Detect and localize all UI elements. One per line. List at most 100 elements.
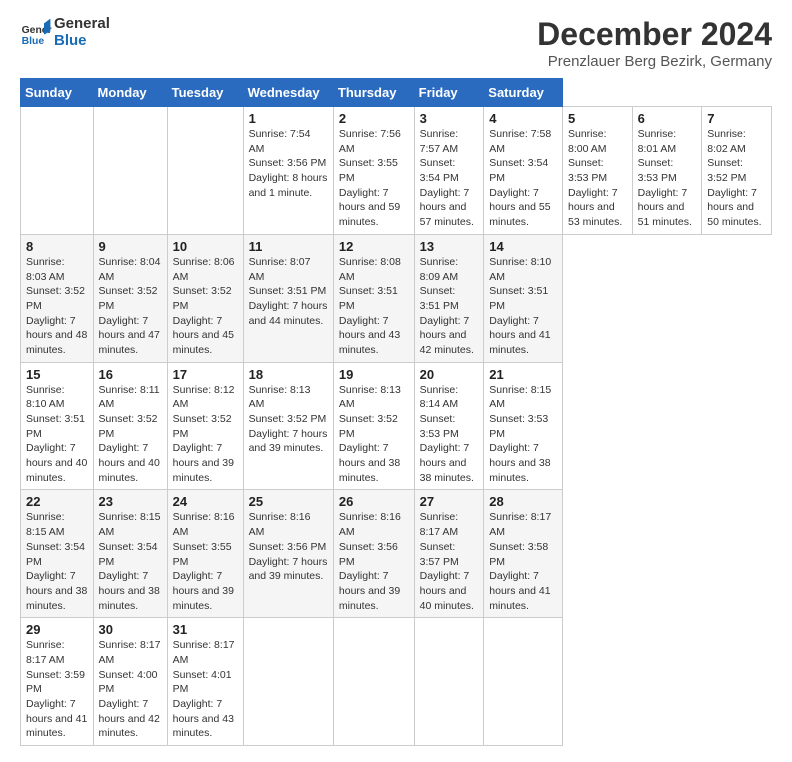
day-info: Sunrise: 8:00 AM Sunset: 3:53 PM Dayligh… [568, 127, 627, 230]
weekday-header-wednesday: Wednesday [243, 79, 333, 107]
day-number: 18 [249, 367, 328, 382]
logo-blue: Blue [54, 33, 110, 50]
day-info: Sunrise: 8:14 AM Sunset: 3:53 PM Dayligh… [420, 383, 479, 486]
day-cell [484, 618, 563, 746]
day-number: 6 [638, 111, 697, 126]
weekday-header-thursday: Thursday [333, 79, 414, 107]
day-info: Sunrise: 8:02 AM Sunset: 3:52 PM Dayligh… [707, 127, 766, 230]
day-cell [21, 107, 94, 235]
day-number: 10 [173, 239, 238, 254]
day-number: 24 [173, 494, 238, 509]
day-info: Sunrise: 8:16 AM Sunset: 3:56 PM Dayligh… [249, 510, 328, 583]
day-info: Sunrise: 8:10 AM Sunset: 3:51 PM Dayligh… [489, 255, 557, 358]
weekday-header-row: SundayMondayTuesdayWednesdayThursdayFrid… [21, 79, 772, 107]
day-number: 3 [420, 111, 479, 126]
day-cell: 20 Sunrise: 8:14 AM Sunset: 3:53 PM Dayl… [414, 362, 484, 490]
day-number: 19 [339, 367, 409, 382]
day-info: Sunrise: 7:56 AM Sunset: 3:55 PM Dayligh… [339, 127, 409, 230]
day-number: 27 [420, 494, 479, 509]
day-cell: 26 Sunrise: 8:16 AM Sunset: 3:56 PM Dayl… [333, 490, 414, 618]
header: General Blue General Blue December 2024 … [20, 16, 772, 70]
day-cell: 13 Sunrise: 8:09 AM Sunset: 3:51 PM Dayl… [414, 234, 484, 362]
day-cell: 11 Sunrise: 8:07 AM Sunset: 3:51 PM Dayl… [243, 234, 333, 362]
week-row-5: 29 Sunrise: 8:17 AM Sunset: 3:59 PM Dayl… [21, 618, 772, 746]
day-cell [414, 618, 484, 746]
day-number: 25 [249, 494, 328, 509]
day-number: 9 [99, 239, 162, 254]
day-info: Sunrise: 8:16 AM Sunset: 3:55 PM Dayligh… [173, 510, 238, 613]
day-cell: 19 Sunrise: 8:13 AM Sunset: 3:52 PM Dayl… [333, 362, 414, 490]
day-cell: 27 Sunrise: 8:17 AM Sunset: 3:57 PM Dayl… [414, 490, 484, 618]
day-info: Sunrise: 8:17 AM Sunset: 4:00 PM Dayligh… [99, 638, 162, 741]
day-cell: 28 Sunrise: 8:17 AM Sunset: 3:58 PM Dayl… [484, 490, 563, 618]
day-number: 12 [339, 239, 409, 254]
day-info: Sunrise: 8:04 AM Sunset: 3:52 PM Dayligh… [99, 255, 162, 358]
day-cell: 14 Sunrise: 8:10 AM Sunset: 3:51 PM Dayl… [484, 234, 563, 362]
day-info: Sunrise: 8:12 AM Sunset: 3:52 PM Dayligh… [173, 383, 238, 486]
day-cell: 25 Sunrise: 8:16 AM Sunset: 3:56 PM Dayl… [243, 490, 333, 618]
day-cell: 12 Sunrise: 8:08 AM Sunset: 3:51 PM Dayl… [333, 234, 414, 362]
day-number: 11 [249, 239, 328, 254]
day-info: Sunrise: 8:17 AM Sunset: 3:58 PM Dayligh… [489, 510, 557, 613]
day-cell: 5 Sunrise: 8:00 AM Sunset: 3:53 PM Dayli… [562, 107, 632, 235]
week-row-1: 1 Sunrise: 7:54 AM Sunset: 3:56 PM Dayli… [21, 107, 772, 235]
logo-icon: General Blue [20, 17, 52, 49]
day-cell [333, 618, 414, 746]
day-number: 26 [339, 494, 409, 509]
day-cell: 22 Sunrise: 8:15 AM Sunset: 3:54 PM Dayl… [21, 490, 94, 618]
day-number: 21 [489, 367, 557, 382]
day-number: 20 [420, 367, 479, 382]
day-cell [93, 107, 167, 235]
day-info: Sunrise: 8:09 AM Sunset: 3:51 PM Dayligh… [420, 255, 479, 358]
day-info: Sunrise: 8:17 AM Sunset: 4:01 PM Dayligh… [173, 638, 238, 741]
day-cell: 17 Sunrise: 8:12 AM Sunset: 3:52 PM Dayl… [167, 362, 243, 490]
day-cell: 9 Sunrise: 8:04 AM Sunset: 3:52 PM Dayli… [93, 234, 167, 362]
weekday-header-friday: Friday [414, 79, 484, 107]
svg-text:Blue: Blue [22, 36, 45, 47]
calendar-table: SundayMondayTuesdayWednesdayThursdayFrid… [20, 78, 772, 746]
weekday-header-saturday: Saturday [484, 79, 563, 107]
day-number: 29 [26, 622, 88, 637]
day-number: 1 [249, 111, 328, 126]
day-cell: 18 Sunrise: 8:13 AM Sunset: 3:52 PM Dayl… [243, 362, 333, 490]
day-info: Sunrise: 8:16 AM Sunset: 3:56 PM Dayligh… [339, 510, 409, 613]
day-number: 7 [707, 111, 766, 126]
day-info: Sunrise: 8:06 AM Sunset: 3:52 PM Dayligh… [173, 255, 238, 358]
day-cell: 21 Sunrise: 8:15 AM Sunset: 3:53 PM Dayl… [484, 362, 563, 490]
day-info: Sunrise: 8:15 AM Sunset: 3:53 PM Dayligh… [489, 383, 557, 486]
day-cell: 24 Sunrise: 8:16 AM Sunset: 3:55 PM Dayl… [167, 490, 243, 618]
day-number: 4 [489, 111, 557, 126]
day-cell [167, 107, 243, 235]
week-row-2: 8 Sunrise: 8:03 AM Sunset: 3:52 PM Dayli… [21, 234, 772, 362]
week-row-4: 22 Sunrise: 8:15 AM Sunset: 3:54 PM Dayl… [21, 490, 772, 618]
day-cell: 6 Sunrise: 8:01 AM Sunset: 3:53 PM Dayli… [632, 107, 702, 235]
day-number: 14 [489, 239, 557, 254]
day-cell: 2 Sunrise: 7:56 AM Sunset: 3:55 PM Dayli… [333, 107, 414, 235]
day-cell: 15 Sunrise: 8:10 AM Sunset: 3:51 PM Dayl… [21, 362, 94, 490]
day-number: 17 [173, 367, 238, 382]
day-info: Sunrise: 7:58 AM Sunset: 3:54 PM Dayligh… [489, 127, 557, 230]
day-info: Sunrise: 7:54 AM Sunset: 3:56 PM Dayligh… [249, 127, 328, 200]
weekday-header-tuesday: Tuesday [167, 79, 243, 107]
day-cell: 4 Sunrise: 7:58 AM Sunset: 3:54 PM Dayli… [484, 107, 563, 235]
day-info: Sunrise: 8:03 AM Sunset: 3:52 PM Dayligh… [26, 255, 88, 358]
day-number: 15 [26, 367, 88, 382]
day-number: 31 [173, 622, 238, 637]
title-area: December 2024 Prenzlauer Berg Bezirk, Ge… [537, 16, 772, 70]
day-cell: 1 Sunrise: 7:54 AM Sunset: 3:56 PM Dayli… [243, 107, 333, 235]
day-cell: 29 Sunrise: 8:17 AM Sunset: 3:59 PM Dayl… [21, 618, 94, 746]
day-cell: 3 Sunrise: 7:57 AM Sunset: 3:54 PM Dayli… [414, 107, 484, 235]
day-number: 2 [339, 111, 409, 126]
day-number: 8 [26, 239, 88, 254]
day-info: Sunrise: 8:07 AM Sunset: 3:51 PM Dayligh… [249, 255, 328, 328]
day-number: 22 [26, 494, 88, 509]
day-info: Sunrise: 8:15 AM Sunset: 3:54 PM Dayligh… [99, 510, 162, 613]
weekday-header-sunday: Sunday [21, 79, 94, 107]
day-cell: 10 Sunrise: 8:06 AM Sunset: 3:52 PM Dayl… [167, 234, 243, 362]
day-info: Sunrise: 8:10 AM Sunset: 3:51 PM Dayligh… [26, 383, 88, 486]
day-number: 28 [489, 494, 557, 509]
day-cell: 7 Sunrise: 8:02 AM Sunset: 3:52 PM Dayli… [702, 107, 772, 235]
location-title: Prenzlauer Berg Bezirk, Germany [537, 53, 772, 70]
day-cell [243, 618, 333, 746]
day-info: Sunrise: 7:57 AM Sunset: 3:54 PM Dayligh… [420, 127, 479, 230]
